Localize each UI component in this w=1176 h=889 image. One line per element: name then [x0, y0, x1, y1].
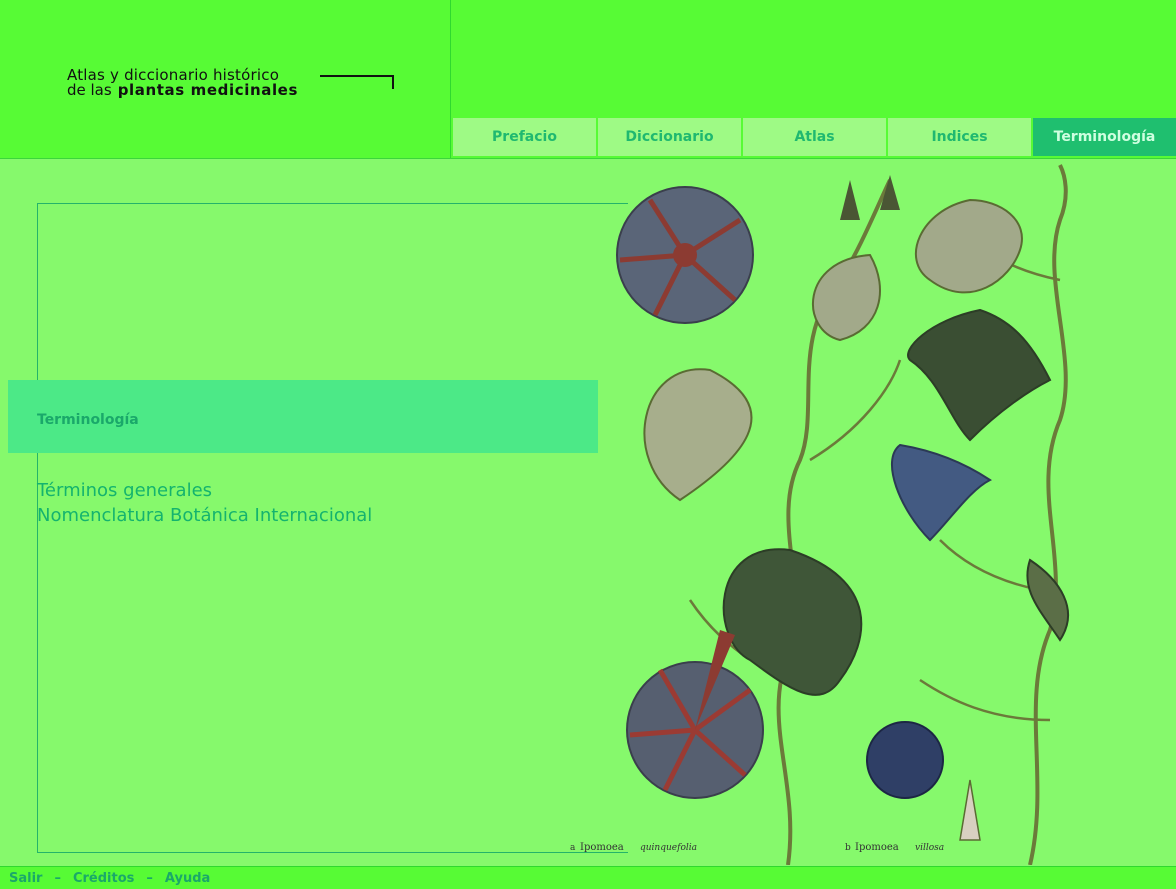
logo-line-1: Atlas y diccionario histórico — [67, 66, 280, 84]
section-title: Terminología — [37, 412, 139, 428]
caption-left: Ipomoea — [580, 842, 624, 853]
caption-right-prefix: b — [845, 843, 851, 853]
link-nomenclatura-botanica[interactable]: Nomenclatura Botánica Internacional — [37, 503, 372, 528]
footer-separator: – — [146, 870, 153, 886]
link-terminos-generales[interactable]: Términos generales — [37, 478, 372, 503]
footer-separator: – — [54, 870, 61, 886]
tab-diccionario[interactable]: Diccionario — [596, 116, 741, 158]
ipomoea-illustration: a Ipomoea quinquefolia b Ipomoea villosa — [570, 164, 1070, 865]
logo-line-2-bold: plantas medicinales — [117, 81, 298, 99]
footer-link-creditos[interactable]: Créditos — [73, 871, 134, 886]
tab-terminologia[interactable]: Terminología — [1031, 116, 1176, 158]
tab-indices[interactable]: Indices — [886, 116, 1031, 158]
footer-link-ayuda[interactable]: Ayuda — [165, 871, 210, 886]
header-logo-area: Atlas y diccionario histórico de las plan… — [0, 0, 451, 158]
main-nav: Prefacio Diccionario Atlas Indices Termi… — [451, 116, 1176, 158]
site-logo[interactable]: Atlas y diccionario histórico de las plan… — [67, 66, 298, 99]
footer-bar: Salir – Créditos – Ayuda — [0, 866, 1176, 889]
logo-bracket-decoration — [320, 75, 394, 89]
tab-prefacio[interactable]: Prefacio — [451, 116, 596, 158]
header-banner — [451, 0, 1176, 116]
header-divider — [0, 158, 1176, 159]
caption-right-species: villosa — [915, 843, 944, 853]
terminology-links: Términos generales Nomenclatura Botánica… — [37, 478, 372, 528]
caption-left-prefix: a — [570, 843, 576, 853]
footer-link-salir[interactable]: Salir — [9, 871, 42, 886]
caption-left-species: quinquefolia — [640, 843, 697, 853]
logo-line-2: de las plantas medicinales — [67, 82, 298, 98]
caption-right: Ipomoea — [855, 842, 899, 853]
tab-atlas[interactable]: Atlas — [741, 116, 886, 158]
logo-line-2-prefix: de las — [67, 81, 112, 99]
content-frame — [37, 203, 628, 853]
